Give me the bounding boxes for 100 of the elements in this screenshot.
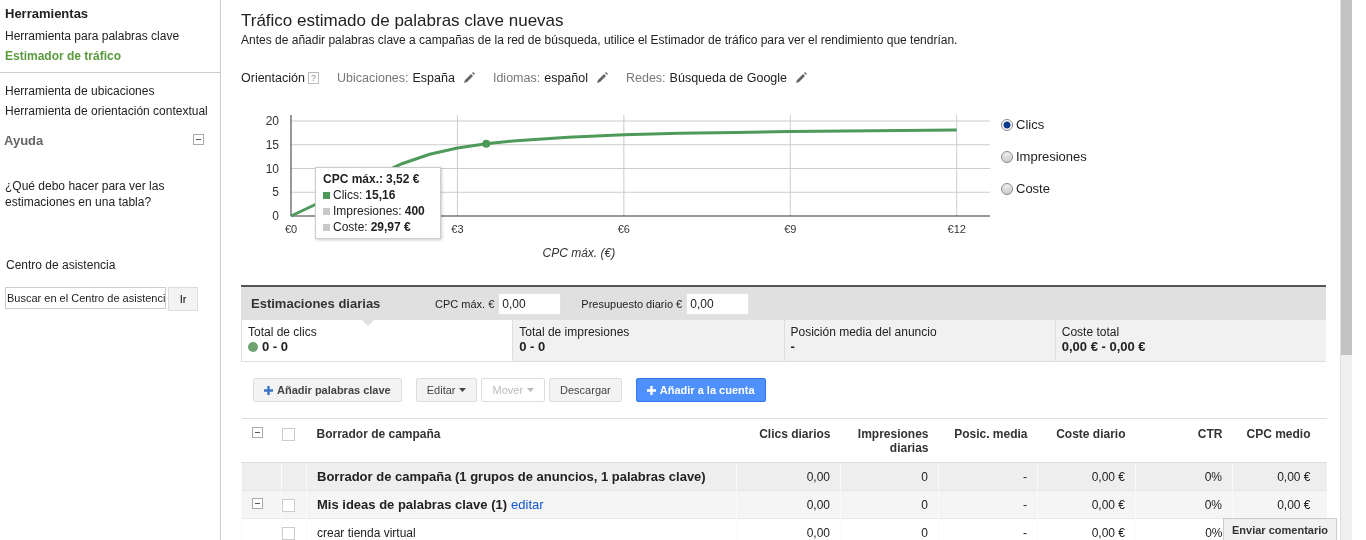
metric-value: - [790,339,795,354]
targeting-field-label: Ubicaciones: [336,71,409,85]
table-cell: 0 [921,469,928,484]
caret-icon [527,388,535,392]
row-name: Mis ideas de palabras clave (1) [317,497,508,512]
column-header[interactable]: Posic. media [954,427,1028,441]
radio-label[interactable]: Impresiones [1016,149,1087,164]
radio-button[interactable] [1001,118,1013,131]
metric-label: Total de clics [248,325,317,339]
table-cell: 0,00 [806,497,830,512]
table-cell: 0% [1205,525,1223,540]
tooltip-label: Impresiones: [333,203,402,219]
page-title: Tráfico estimado de palabras clave nuevas [241,11,565,31]
sidebar-link[interactable]: Herramienta de ubicaciones [5,81,215,101]
feedback-button[interactable]: Enviar comentario [1223,518,1337,540]
collapse-icon[interactable] [252,497,263,509]
scrollbar[interactable] [1340,0,1352,540]
plus-icon [264,385,273,395]
x-tick-label: €6 [617,223,630,235]
row-name: Borrador de campaña (1 grupos de anuncios, 1 palabras clave) [317,469,706,484]
sidebar-title: Herramientas [4,6,90,21]
targeting-field-label: Redes: [626,71,666,85]
help-icon[interactable]: ? [307,72,319,84]
help-center-link[interactable]: Centro de asistencia [6,258,214,272]
collapse-icon[interactable] [193,133,204,145]
sidebar-link[interactable]: Herramienta de orientación contextual [5,101,215,121]
table-cell: - [1023,469,1027,484]
x-tick-label: €12 [947,223,966,235]
column-header[interactable]: CPC medio [1246,427,1311,441]
estimates-title: Estimaciones diarias [251,296,382,311]
table-cell: 0% [1204,469,1222,484]
input-field[interactable]: 0,00 [498,292,562,315]
tooltip-value: 15,16 [365,187,396,203]
table-cell: 0% [1204,497,1222,512]
help-question[interactable]: ¿Qué debo hacer para ver las estimaciones en una tabla? [5,178,215,210]
page-description: Antes de añadir palabras clave a campañas de la red de búsqueda, utilice el Estimador de tráfico para ver el rendimiento que tendrían. [241,32,959,48]
table-cell: 0,00 € [1277,497,1311,512]
data-point[interactable] [482,139,491,148]
column-header[interactable]: Impresiones diarias [850,427,929,455]
toolbar-button[interactable]: Editar [415,378,478,402]
tooltip-value: 400 [404,203,425,219]
targeting-field-label: Idiomas: [492,71,541,85]
targeting-label: Orientación [241,71,305,85]
help-title: Ayuda [4,133,44,148]
column-header[interactable]: Clics diarios [759,427,831,441]
pencil-icon[interactable] [462,72,475,84]
sidebar-link[interactable]: Herramienta para palabras clave [5,26,215,46]
table-cell: 0 [921,525,928,540]
scrollbar-thumb[interactable] [1341,0,1352,355]
field-label: CPC máx. € [435,297,495,310]
table-cell: 0 [921,497,928,512]
table-cell: 0,00 [806,525,830,540]
radio-button[interactable] [1001,150,1013,163]
go-button[interactable]: Ir [168,287,198,311]
tooltip-label: Clics: [333,187,363,203]
y-tick-label: 5 [272,185,279,200]
row-name: crear tienda virtual [317,525,416,540]
table-cell: 0,00 € [1277,469,1311,484]
collapse-icon[interactable] [251,427,263,438]
table-cell: 0,00 € [1091,469,1125,484]
metric-panel[interactable]: Total de impresiones 0 - 0 [512,320,784,361]
metric-label: Posición media del anuncio [790,325,937,339]
caret-icon [459,388,467,392]
x-tick-label: €3 [451,223,464,235]
column-header[interactable]: Coste diario [1056,427,1126,441]
column-header[interactable]: Borrador de campaña [316,427,441,441]
metric-value: 0 - 0 [262,339,288,354]
table-cell: 0,00 € [1091,497,1125,512]
x-tick-label: €0 [284,223,298,235]
toolbar-button[interactable]: Descargar [549,378,622,402]
table-cell: 0,00 [806,469,830,484]
metric-panel[interactable]: Posición media del anuncio - [783,320,1055,361]
y-tick-label: 0 [272,209,279,223]
column-header[interactable]: CTR [1197,427,1223,441]
y-tick-label: 20 [265,114,279,128]
x-tick-label: €9 [784,223,797,235]
checkbox[interactable] [282,526,295,540]
radio-button[interactable] [1001,182,1013,195]
table-cell: 0,00 € [1091,525,1125,540]
checkbox[interactable] [281,428,295,442]
table-cell: - [1023,497,1027,512]
pencil-icon[interactable] [795,72,808,84]
targeting-value: español [544,71,588,85]
metric-value: 0,00 € - 0,00 € [1061,339,1146,354]
tooltip-label: Coste: [333,219,368,235]
radio-label[interactable]: Coste [1016,181,1050,196]
targeting-value: España [412,71,455,85]
toolbar-button[interactable]: Añadir palabras clave [253,378,402,402]
pencil-icon[interactable] [596,72,608,84]
search-field[interactable]: Buscar en el Centro de asistenci [5,287,166,309]
radio-label[interactable]: Clics [1016,117,1045,132]
plus-icon [646,385,656,395]
metric-value: 0 - 0 [519,339,546,354]
field-label: Presupuesto diario € [581,297,683,310]
input-field[interactable]: 0,00 [686,292,750,315]
tooltip-value: 29,97 € [370,219,411,235]
checkbox[interactable] [282,498,295,512]
table-cell: - [1023,525,1027,540]
edit-link[interactable]: editar [511,497,544,512]
metric-panel[interactable]: Coste total 0,00 € - 0,00 € [1054,320,1326,361]
